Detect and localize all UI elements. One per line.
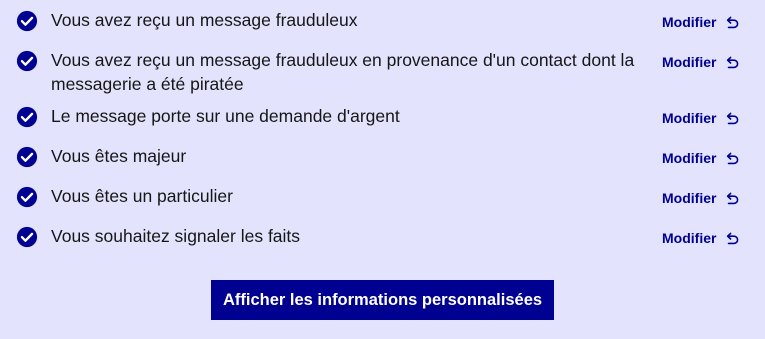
modify-label: Modifier <box>662 110 717 126</box>
check-circle-icon <box>16 10 38 32</box>
modify-label: Modifier <box>662 54 717 70</box>
summary-item: Le message porte sur une demande d'argen… <box>0 96 765 136</box>
summary-item: Vous êtes un particulier Modifier <box>0 176 765 216</box>
modify-label: Modifier <box>662 230 717 246</box>
modify-button[interactable]: Modifier <box>662 188 740 208</box>
modify-label: Modifier <box>662 14 717 30</box>
summary-item: Vous avez reçu un message frauduleux Mod… <box>0 0 765 40</box>
check-circle-icon <box>16 146 38 168</box>
modify-label: Modifier <box>662 150 717 166</box>
undo-arrow-icon <box>727 192 739 205</box>
summary-item-text: Vous êtes majeur <box>51 146 187 166</box>
modify-button[interactable]: Modifier <box>662 12 740 32</box>
summary-item: Vous avez reçu un message frauduleux en … <box>0 40 765 96</box>
check-circle-icon <box>16 186 38 208</box>
modify-button[interactable]: Modifier <box>662 228 740 248</box>
summary-item-text: Vous êtes un particulier <box>51 186 233 206</box>
modify-button[interactable]: Modifier <box>662 52 740 72</box>
summary-item-text: Le message porte sur une demande d'argen… <box>51 106 400 126</box>
summary-item-text: Vous avez reçu un message frauduleux <box>51 10 358 30</box>
summary-item: Vous êtes majeur Modifier <box>0 136 765 176</box>
undo-arrow-icon <box>727 152 739 165</box>
check-circle-icon <box>16 50 38 72</box>
check-circle-icon <box>16 106 38 128</box>
summary-item: Vous souhaitez signaler les faits Modifi… <box>0 216 765 256</box>
modify-button[interactable]: Modifier <box>662 148 740 168</box>
summary-item-text: Vous souhaitez signaler les faits <box>51 226 301 246</box>
undo-arrow-icon <box>727 112 739 125</box>
check-circle-icon <box>16 226 38 248</box>
undo-arrow-icon <box>727 232 739 245</box>
undo-arrow-icon <box>727 56 739 69</box>
show-personalized-info-button[interactable]: Afficher les informations personnalisées <box>211 280 554 320</box>
undo-arrow-icon <box>727 16 739 29</box>
modify-button[interactable]: Modifier <box>662 108 740 128</box>
modify-label: Modifier <box>662 190 717 206</box>
summary-item-text: Vous avez reçu un message frauduleux en … <box>51 50 635 94</box>
